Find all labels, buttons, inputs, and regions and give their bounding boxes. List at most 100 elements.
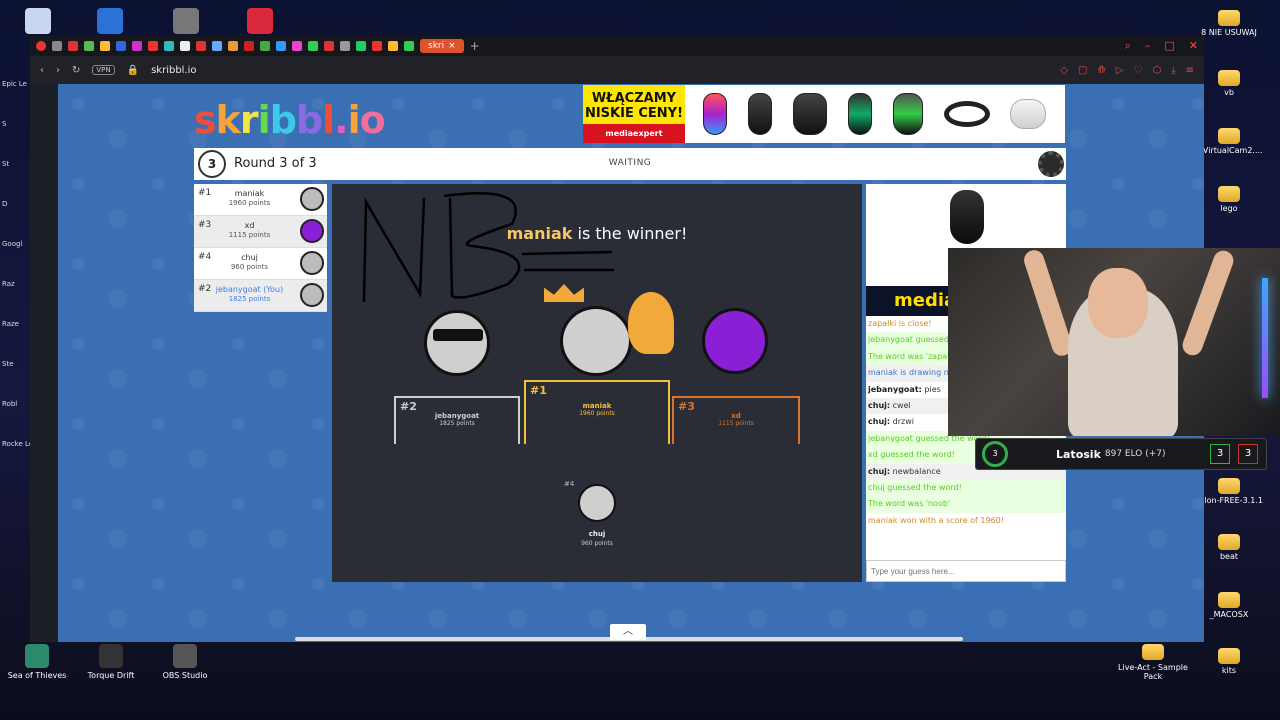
tab-icon[interactable]: [132, 41, 142, 51]
close-icon[interactable]: ×: [448, 41, 456, 51]
desktop-shortcut[interactable]: Sea of Thieves: [2, 644, 72, 680]
skribbl-logo[interactable]: skribbl.io: [194, 98, 386, 142]
mouse-image: [847, 93, 872, 135]
new-tab-button[interactable]: +: [470, 39, 480, 53]
chat-text: xd guessed the word!: [868, 450, 955, 460]
address-bar-tools: ◇ ▢ ⟰ ▷ ♡ ⬡ ⤓ ≡: [1060, 65, 1194, 76]
tab-icon[interactable]: [212, 41, 222, 51]
fourth-name: chuj: [588, 530, 606, 538]
desktop-icon[interactable]: _MACOSX: [1194, 592, 1264, 619]
vpn-badge[interactable]: VPN: [92, 65, 115, 75]
drawing-canvas[interactable]: maniak is the winner! #2 jebanygoat 1825 p…: [332, 184, 862, 582]
fox-tail-icon: [628, 292, 674, 354]
address-bar: ‹ › ↻ VPN 🔒 skribbl.io ◇ ▢ ⟰ ▷ ♡ ⬡ ⤓ ≡: [30, 56, 1204, 84]
logo-letter: r: [239, 98, 259, 142]
tab-icon[interactable]: [228, 41, 238, 51]
desktop-icon[interactable]: S-VirtualCam2....: [1194, 128, 1264, 155]
tab-skribbl[interactable]: skri ×: [420, 39, 464, 53]
avatar-maniak: [560, 306, 632, 376]
podium-points: 1825 points: [439, 420, 475, 427]
maximize-icon[interactable]: □: [1164, 39, 1174, 53]
tab-icon[interactable]: [308, 41, 318, 51]
menu-icon[interactable]: ≡: [1186, 65, 1194, 76]
settings-gear-icon[interactable]: [1038, 151, 1064, 177]
tab-icon[interactable]: [388, 41, 398, 51]
player-row[interactable]: #2 jebanygoat (You) 1825 points: [194, 280, 327, 312]
download-icon[interactable]: ⤓: [1171, 65, 1175, 76]
streamer-head: [1088, 268, 1148, 338]
player-row[interactable]: #3 xd 1115 points: [194, 216, 327, 248]
play-icon[interactable]: ▷: [1116, 65, 1124, 76]
tab-icon[interactable]: [244, 41, 254, 51]
reload-icon[interactable]: ↻: [72, 65, 80, 76]
tab-icon[interactable]: [292, 41, 302, 51]
tab-icon[interactable]: [180, 41, 190, 51]
podium-step: #3 xd 1115 points: [672, 396, 800, 444]
tab-icon[interactable]: [52, 41, 62, 51]
folder-icon: [1218, 10, 1240, 26]
tab-icon[interactable]: [372, 41, 382, 51]
tab-icon[interactable]: [324, 41, 334, 51]
tab-icon[interactable]: [276, 41, 286, 51]
tab-icon[interactable]: [340, 41, 350, 51]
tab-icon[interactable]: [68, 41, 78, 51]
tab-icon[interactable]: [164, 41, 174, 51]
desktop-shortcut[interactable]: Torque Drift: [76, 644, 146, 680]
tab-icon[interactable]: [404, 41, 414, 51]
player-row[interactable]: #4 chuj 960 points: [194, 248, 327, 280]
tab-icon[interactable]: [84, 41, 94, 51]
mouse-image: [703, 93, 728, 135]
desktop-icon[interactable]: lego: [1194, 186, 1264, 213]
fourth-points: 960 points: [581, 540, 613, 547]
search-icon[interactable]: ⌕: [1125, 39, 1131, 53]
minimize-icon[interactable]: –: [1145, 39, 1151, 53]
close-window-icon[interactable]: ✕: [1189, 39, 1198, 53]
podium-points: 1115 points: [718, 420, 754, 427]
desktop-icon-recycle[interactable]: [6, 8, 70, 36]
tab-icon[interactable]: [260, 41, 270, 51]
snapshot-icon[interactable]: ▢: [1078, 65, 1087, 76]
tab-icon[interactable]: [100, 41, 110, 51]
folder-icon: [1218, 128, 1240, 144]
desktop-icon-app1[interactable]: [78, 8, 142, 36]
url-field[interactable]: skribbl.io: [151, 65, 196, 76]
podium-name: maniak: [582, 402, 612, 410]
podium-step: #1 maniak 1960 points: [524, 380, 670, 444]
desktop-shortcut[interactable]: Live-Act - Sample Pack: [1118, 644, 1188, 681]
chat-author: jebanygoat:: [868, 384, 922, 394]
forward-icon[interactable]: ›: [56, 65, 60, 76]
folder-icon: [1218, 70, 1240, 86]
desktop-icon-app2[interactable]: [154, 8, 218, 36]
chat-author: chuj:: [868, 466, 891, 476]
desktop-icon-label: S-VirtualCam2....: [1195, 146, 1263, 155]
tab-icon[interactable]: [356, 41, 366, 51]
tab-icon[interactable]: [196, 41, 206, 51]
podium-rank: #2: [400, 400, 417, 413]
top-advertisement[interactable]: WŁĄCZAMY NISKIE CENY! mediaexpert: [583, 85, 1065, 143]
extensions-icon[interactable]: ⬡: [1152, 65, 1161, 76]
desktop-bottom-icons: Sea of Thieves Torque Drift OBS Studio Live…: [0, 644, 1280, 694]
translate-icon[interactable]: ⟰: [1097, 65, 1105, 76]
back-icon[interactable]: ‹: [40, 65, 44, 76]
app-icon: [247, 8, 273, 34]
desktop-icon-label: Sea of Thieves: [7, 671, 67, 680]
player-row[interactable]: #1 maniak 1960 points: [194, 184, 327, 216]
tab-icon[interactable]: [148, 41, 158, 51]
logo-letter: i: [257, 98, 271, 142]
chat-text: The word was 'noob': [868, 499, 951, 509]
desktop-icon[interactable]: eillon-FREE-3.1.1: [1194, 478, 1264, 505]
opera-icon[interactable]: [36, 41, 46, 51]
logo-letter: o: [359, 98, 386, 142]
desktop-icon[interactable]: beat: [1194, 534, 1264, 561]
guess-input[interactable]: [866, 560, 1066, 582]
losses-count: 3: [1238, 444, 1258, 464]
chat-message: The word was 'noob': [866, 496, 1066, 513]
chevron-up-icon[interactable]: ︿: [610, 624, 646, 640]
desktop-icon[interactable]: vb: [1194, 70, 1264, 97]
heart-icon[interactable]: ♡: [1133, 65, 1142, 76]
desktop-icon[interactable]: 8 NIE USUWAJ: [1194, 10, 1264, 37]
desktop-shortcut[interactable]: OBS Studio: [150, 644, 220, 680]
bookmark-icon[interactable]: ◇: [1060, 65, 1068, 76]
desktop-icon-app3[interactable]: [228, 8, 292, 36]
tab-icon[interactable]: [116, 41, 126, 51]
